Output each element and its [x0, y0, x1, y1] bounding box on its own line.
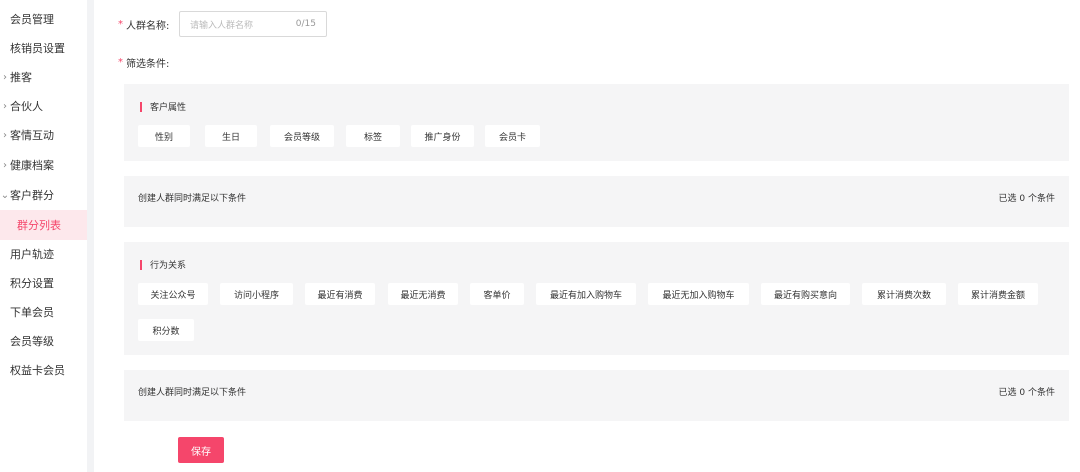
sidebar-item-user-trail[interactable]: 用户轨迹 — [0, 239, 87, 269]
selected-count: 已选 0 个条件 — [998, 194, 1055, 204]
sidebar-item-label: 客情互动 — [10, 129, 54, 142]
sidebar-item-promoter[interactable]: › 推客 — [0, 62, 87, 92]
behavior-relations-title-text: 行为关系 — [150, 261, 187, 271]
tag-recent-purchase-intent[interactable]: 最近有购买意向 — [761, 283, 850, 305]
tag-gender[interactable]: 性别 — [138, 125, 190, 147]
sidebar: 会员管理 核销员设置 › 推客 › 合伙人 › 客情互动 › 健康档案 ⌄ 客户… — [0, 0, 87, 472]
tag-birthday[interactable]: 生日 — [205, 125, 257, 147]
sidebar-item-ordering-members[interactable]: 下单会员 — [0, 297, 87, 327]
required-mark: * — [118, 57, 123, 68]
sidebar-item-customer-interaction[interactable]: › 客情互动 — [0, 120, 87, 150]
sidebar-item-label: 合伙人 — [10, 100, 43, 113]
sidebar-item-label: 推客 — [10, 71, 32, 84]
sidebar-item-partner[interactable]: › 合伙人 — [0, 91, 87, 121]
filter-condition-label-text: 筛选条件: — [126, 59, 170, 70]
filter-condition-label: * 筛选条件: — [118, 55, 169, 70]
sidebar-item-member-management[interactable]: 会员管理 — [0, 4, 87, 34]
char-counter: 0/15 — [295, 19, 316, 29]
sidebar-item-label: 群分列表 — [17, 219, 61, 232]
tag-no-recent-purchase[interactable]: 最近无消费 — [388, 283, 458, 305]
summary-text: 创建人群同时满足以下条件 — [138, 388, 247, 398]
sidebar-item-label: 会员管理 — [10, 13, 54, 26]
tag-avg-order-value[interactable]: 客单价 — [470, 283, 524, 305]
sidebar-item-label: 权益卡会员 — [10, 364, 65, 377]
tag-no-recent-add-to-cart[interactable]: 最近无加入购物车 — [648, 283, 749, 305]
selected-count: 已选 0 个条件 — [998, 388, 1055, 398]
behavior-relations-panel: 行为关系 关注公众号 访问小程序 最近有消费 最近无消费 客单价 最近有加入购物… — [124, 242, 1069, 355]
tag-points[interactable]: 积分数 — [138, 319, 194, 341]
tag-recent-add-to-cart[interactable]: 最近有加入购物车 — [536, 283, 636, 305]
tag-promotion-identity[interactable]: 推广身份 — [411, 125, 474, 147]
sidebar-item-health-records[interactable]: › 健康档案 — [0, 150, 87, 180]
tag-total-purchase-amount[interactable]: 累计消费金额 — [958, 283, 1038, 305]
sidebar-item-label: 下单会员 — [10, 306, 54, 319]
sidebar-item-points-settings[interactable]: 积分设置 — [0, 268, 87, 298]
conditions-summary: 创建人群同时满足以下条件 已选 0 个条件 — [124, 176, 1069, 227]
title-accent-bar — [140, 259, 142, 270]
customer-attributes-panel: 客户属性 性别 生日 会员等级 标签 推广身份 会员卡 — [124, 84, 1069, 161]
group-name-label: * 人群名称: — [118, 17, 169, 32]
tag-visit-mini-program[interactable]: 访问小程序 — [220, 283, 293, 305]
sidebar-item-customer-segment[interactable]: ⌄ 客户群分 — [0, 180, 87, 210]
sidebar-item-label: 会员等级 — [10, 335, 54, 348]
tag-label[interactable]: 标签 — [346, 125, 400, 147]
summary-text: 创建人群同时满足以下条件 — [138, 194, 247, 204]
main-content: * 人群名称: 请输入人群名称 0/15 * 筛选条件: 客户属性 性别 生日 … — [94, 0, 1080, 472]
sidebar-item-benefit-card-members[interactable]: 权益卡会员 — [0, 355, 87, 385]
conditions-summary: 创建人群同时满足以下条件 已选 0 个条件 — [124, 370, 1069, 421]
tag-member-level[interactable]: 会员等级 — [270, 125, 334, 147]
tag-member-card[interactable]: 会员卡 — [485, 125, 540, 147]
customer-attributes-title-text: 客户属性 — [150, 103, 187, 113]
chevron-right-icon: › — [3, 100, 7, 112]
sidebar-item-verifier-settings[interactable]: 核销员设置 — [0, 33, 87, 63]
behavior-relations-title: 行为关系 — [140, 258, 186, 271]
chevron-right-icon: › — [3, 129, 7, 141]
sidebar-item-label: 客户群分 — [10, 189, 54, 202]
required-mark: * — [118, 19, 123, 30]
chevron-down-icon: ⌄ — [0, 189, 10, 201]
title-accent-bar — [140, 101, 142, 112]
group-name-label-text: 人群名称: — [126, 21, 170, 32]
group-name-placeholder: 请输入人群名称 — [190, 20, 254, 31]
tag-follow-official-account[interactable]: 关注公众号 — [138, 283, 208, 305]
chevron-right-icon: › — [3, 71, 7, 83]
sidebar-item-member-levels[interactable]: 会员等级 — [0, 326, 87, 356]
tag-recent-purchase[interactable]: 最近有消费 — [305, 283, 375, 305]
sidebar-item-label: 健康档案 — [10, 159, 54, 172]
chevron-right-icon: › — [3, 159, 7, 171]
sidebar-item-label: 用户轨迹 — [10, 248, 54, 261]
customer-attributes-title: 客户属性 — [140, 100, 186, 113]
sidebar-item-label: 核销员设置 — [10, 42, 65, 55]
group-name-input[interactable]: 请输入人群名称 0/15 — [179, 11, 327, 37]
sidebar-item-segment-list[interactable]: 群分列表 — [0, 210, 87, 240]
sidebar-item-label: 积分设置 — [10, 277, 54, 290]
save-button[interactable]: 保存 — [178, 437, 224, 463]
tag-total-purchase-count[interactable]: 累计消费次数 — [862, 283, 946, 305]
